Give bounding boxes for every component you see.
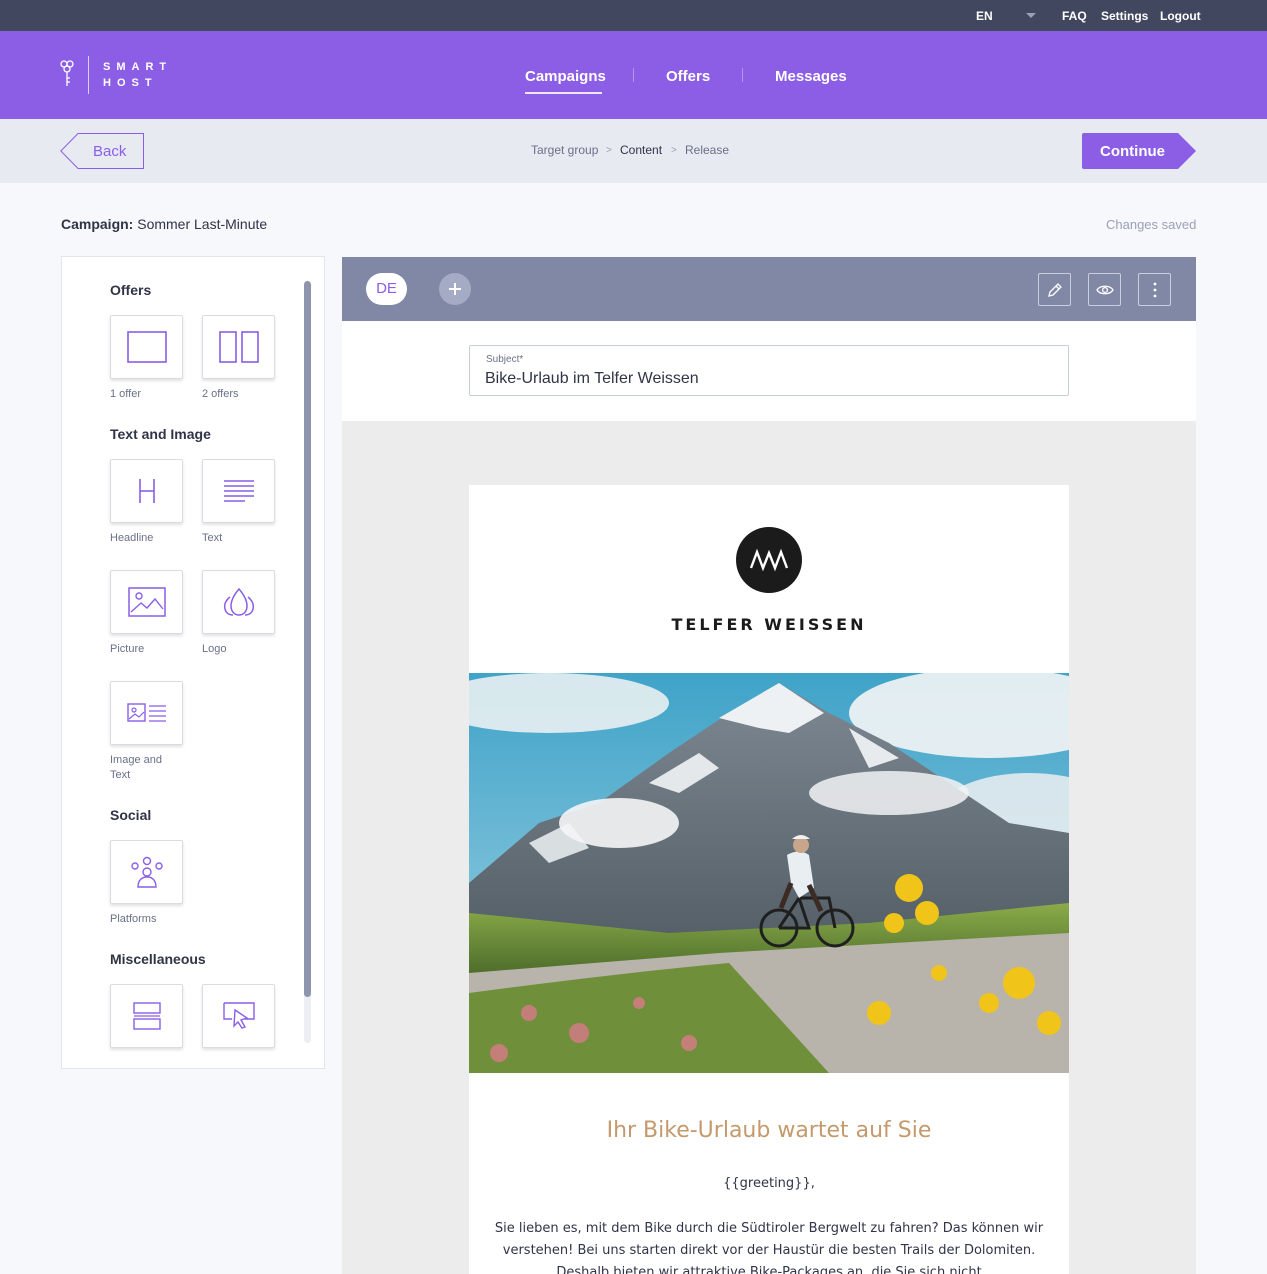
edit-button[interactable] xyxy=(1038,273,1071,306)
nav-offers[interactable]: Offers xyxy=(666,68,710,85)
preview-button[interactable] xyxy=(1088,273,1121,306)
block-label: Picture xyxy=(110,643,145,655)
block-image-and-text[interactable] xyxy=(110,681,183,745)
block-label: 2 offers xyxy=(202,388,239,400)
key-icon xyxy=(60,60,74,93)
more-vertical-icon xyxy=(1153,282,1156,297)
subject-field[interactable]: Subject* Bike-Urlaub im Telfer Weissen xyxy=(469,345,1069,396)
continue-button-label: Continue xyxy=(1100,143,1165,160)
eye-icon xyxy=(1095,285,1114,294)
mountain-logo-icon xyxy=(749,548,789,572)
subject-value[interactable]: Bike-Urlaub im Telfer Weissen xyxy=(485,370,699,388)
block-label: Image and xyxy=(110,754,162,766)
sidebar-scroll-thumb[interactable] xyxy=(304,281,311,997)
step-target-group[interactable]: Target group xyxy=(531,143,598,157)
section-title-social: Social xyxy=(110,807,152,823)
block-text[interactable] xyxy=(202,459,275,523)
pencil-icon xyxy=(1047,282,1062,297)
block-label: Text xyxy=(202,532,223,544)
headline-icon xyxy=(138,479,155,503)
language-selector[interactable]: EN xyxy=(976,9,993,23)
people-group-icon xyxy=(130,856,163,888)
block-label: Headline xyxy=(110,532,154,544)
chevron-down-icon[interactable] xyxy=(1026,13,1036,18)
section-title-offers: Offers xyxy=(110,282,152,298)
block-headline[interactable] xyxy=(110,459,183,523)
campaign-title: Campaign: Sommer Last-Minute xyxy=(61,216,267,232)
email-greeting[interactable]: {{greeting}}, xyxy=(469,1176,1069,1191)
image-text-icon xyxy=(126,703,166,722)
block-logo[interactable] xyxy=(202,570,275,634)
mountain-biker-photo xyxy=(469,673,1069,1073)
block-2-offers[interactable] xyxy=(202,315,275,379)
logo-text-host: HOST xyxy=(103,77,158,89)
spacer-icon xyxy=(132,1002,161,1030)
text-lines-icon xyxy=(223,480,254,502)
block-label: 1 offer xyxy=(110,388,141,400)
more-options-button[interactable] xyxy=(1138,273,1171,306)
section-title-text-image: Text and Image xyxy=(110,426,211,442)
block-label: Platforms xyxy=(110,913,157,925)
email-headline[interactable]: Ihr Bike-Urlaub wartet auf Sie xyxy=(469,1118,1069,1143)
nav-messages[interactable]: Messages xyxy=(775,68,847,85)
picture-icon xyxy=(127,587,166,617)
campaign-name: Sommer Last-Minute xyxy=(137,216,268,232)
brand-name: TELFER WEISSEN xyxy=(671,615,867,634)
add-language-button[interactable] xyxy=(439,273,471,305)
email-body-text[interactable]: Sie lieben es, mit dem Bike durch die Sü… xyxy=(489,1218,1049,1274)
campaign-label: Campaign: xyxy=(61,216,134,232)
content-blocks-sidebar: Offers 1 offer 2 offers Text and Image H… xyxy=(61,256,325,1069)
email-preview: TELFER WEISSEN Ihr Bike-Urlaub wartet au… xyxy=(469,485,1069,1274)
hero-image[interactable] xyxy=(469,673,1069,1073)
nav-divider xyxy=(742,68,743,82)
cursor-click-icon xyxy=(222,1002,255,1029)
nav-divider xyxy=(633,68,634,82)
single-offer-icon xyxy=(126,331,167,363)
section-title-misc: Miscellaneous xyxy=(110,951,206,967)
logo-text-smart: SMART xyxy=(103,61,173,73)
nav-campaigns[interactable]: Campaigns xyxy=(525,68,606,85)
block-1-offer[interactable] xyxy=(110,315,183,379)
logo-flame-icon xyxy=(223,587,254,616)
block-label: Text xyxy=(110,769,131,781)
faq-link[interactable]: FAQ xyxy=(1062,9,1087,23)
back-button[interactable]: Back xyxy=(60,133,144,169)
block-button[interactable] xyxy=(202,984,275,1048)
step-separator: > xyxy=(606,145,612,156)
step-separator: > xyxy=(671,145,677,156)
step-content[interactable]: Content xyxy=(620,143,662,157)
logout-link[interactable]: Logout xyxy=(1160,9,1201,23)
block-label: Logo xyxy=(202,643,227,655)
save-status: Changes saved xyxy=(1106,217,1197,232)
block-picture[interactable] xyxy=(110,570,183,634)
nav-active-indicator xyxy=(525,92,602,94)
settings-link[interactable]: Settings xyxy=(1101,9,1148,23)
block-platforms[interactable] xyxy=(110,840,183,904)
logo-divider xyxy=(88,56,89,94)
back-button-label: Back xyxy=(93,143,127,160)
block-spacer[interactable] xyxy=(110,984,183,1048)
subject-label: Subject* xyxy=(486,354,524,365)
two-offers-icon xyxy=(218,331,259,363)
language-tab-de[interactable]: DE xyxy=(366,273,407,305)
telfer-weissen-logo[interactable] xyxy=(736,527,802,593)
continue-button[interactable]: Continue xyxy=(1082,133,1196,169)
step-release[interactable]: Release xyxy=(685,143,729,157)
